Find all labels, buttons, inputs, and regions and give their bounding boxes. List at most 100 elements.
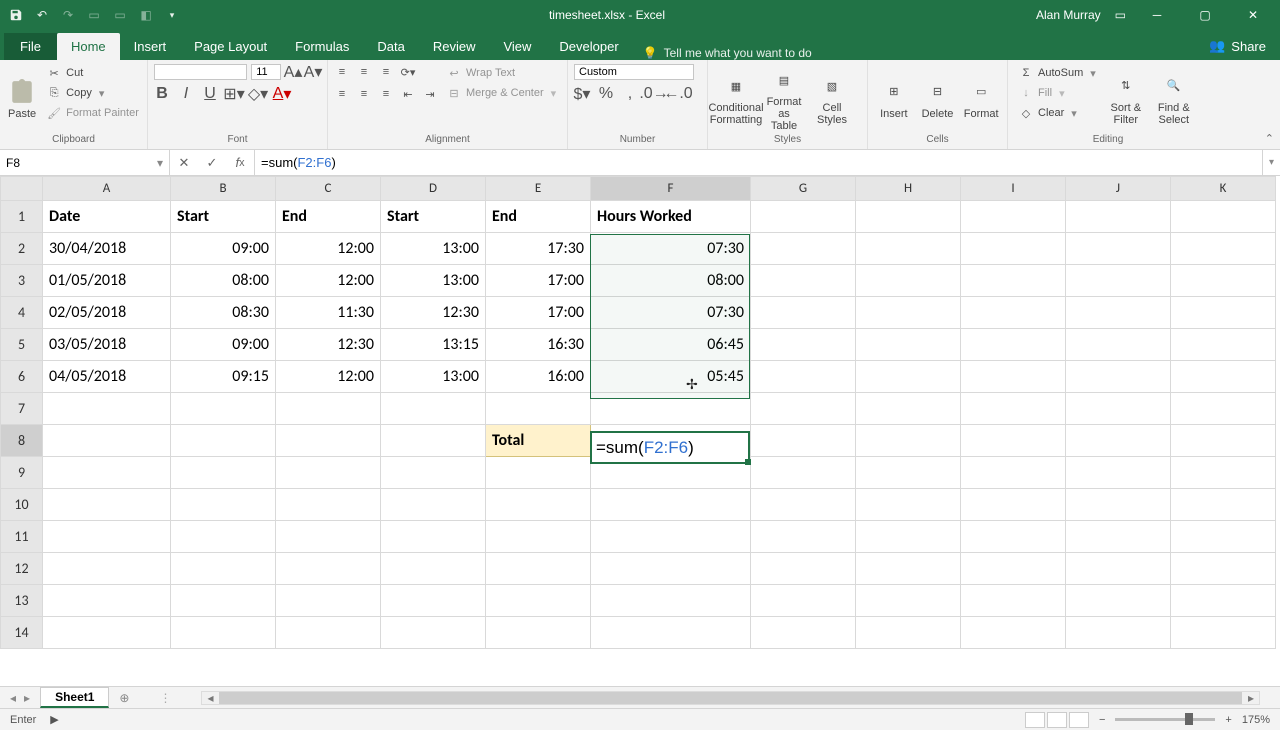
tab-insert[interactable]: Insert [120,33,181,60]
col-header-J[interactable]: J [1066,177,1171,201]
cell[interactable] [486,521,591,553]
redo-icon[interactable]: ↷ [60,7,76,23]
cell[interactable] [1066,201,1171,233]
format-painter-button[interactable]: 🖌Format Painter [42,104,143,122]
expand-formula-bar-icon[interactable]: ▾ [1262,150,1280,175]
cell[interactable] [856,265,961,297]
align-top-icon[interactable]: ≡ [334,64,350,80]
cell[interactable] [276,425,381,457]
cell[interactable] [276,553,381,585]
cell[interactable]: 12:30 [276,329,381,361]
collapse-ribbon-icon[interactable]: ⌃ [1265,132,1274,145]
cell[interactable] [276,489,381,521]
cell[interactable] [1171,457,1276,489]
cell[interactable] [591,617,751,649]
cell[interactable] [43,457,171,489]
cell[interactable] [1066,457,1171,489]
font-color-button[interactable]: A▾ [274,86,290,102]
cell[interactable] [591,585,751,617]
tab-home[interactable]: Home [57,33,120,60]
col-header-A[interactable]: A [43,177,171,201]
decrease-indent-icon[interactable]: ⇤ [400,86,416,102]
select-all-corner[interactable] [1,177,43,201]
cell[interactable]: 17:00 [486,265,591,297]
cell[interactable]: 09:15 [171,361,276,393]
share-button[interactable]: Share [1231,39,1266,54]
align-left-icon[interactable]: ≡ [334,86,350,102]
cell[interactable] [171,393,276,425]
cell[interactable] [1171,425,1276,457]
row-header-6[interactable]: 6 [1,361,43,393]
cell[interactable] [856,361,961,393]
cell[interactable]: 30/04/2018 [43,233,171,265]
paste-button[interactable]: Paste [6,64,38,134]
sheet-nav-prev-icon[interactable]: ◂ [10,691,16,705]
cell[interactable] [276,521,381,553]
cell[interactable] [751,457,856,489]
cell[interactable] [1171,265,1276,297]
cell[interactable] [1171,233,1276,265]
tab-file[interactable]: File [4,33,57,60]
cell[interactable] [961,201,1066,233]
cell[interactable] [1171,553,1276,585]
cell[interactable] [1066,265,1171,297]
cell[interactable] [1171,201,1276,233]
cell[interactable]: Total [486,425,591,457]
horizontal-scrollbar[interactable]: ◂ ▸ [201,691,1260,705]
cell[interactable] [1171,521,1276,553]
cell[interactable] [591,393,751,425]
cell[interactable]: 08:00 [171,265,276,297]
cell[interactable] [1066,329,1171,361]
format-as-table-button[interactable]: ▤Format as Table [762,64,806,134]
cell[interactable]: 12:00 [276,265,381,297]
fill-handle[interactable] [745,459,751,465]
tab-split-icon[interactable]: ⋮ [159,691,171,705]
undo-icon[interactable]: ↶ [34,7,50,23]
cell[interactable] [381,425,486,457]
cell[interactable]: 16:30 [486,329,591,361]
row-header-1[interactable]: 1 [1,201,43,233]
cell[interactable]: 05:45 [591,361,751,393]
cell[interactable] [751,361,856,393]
hscroll-left-icon[interactable]: ◂ [202,691,218,705]
cell[interactable] [276,617,381,649]
cell[interactable] [751,297,856,329]
increase-indent-icon[interactable]: ⇥ [422,86,438,102]
align-center-icon[interactable]: ≡ [356,86,372,102]
cell[interactable] [171,585,276,617]
cell[interactable] [171,457,276,489]
cell[interactable]: 04/05/2018 [43,361,171,393]
col-header-I[interactable]: I [961,177,1066,201]
align-right-icon[interactable]: ≡ [378,86,394,102]
cell[interactable] [751,553,856,585]
cell[interactable] [1171,361,1276,393]
cell[interactable] [856,201,961,233]
row-header-9[interactable]: 9 [1,457,43,489]
worksheet-grid[interactable]: A B C D E F G H I J K 1DateStartEndStart… [0,176,1280,686]
col-header-H[interactable]: H [856,177,961,201]
fill-color-button[interactable]: ◇▾ [250,86,266,102]
cell[interactable] [43,553,171,585]
cell[interactable]: End [276,201,381,233]
qat-icon-2[interactable]: ▭ [112,7,128,23]
cell[interactable]: 12:00 [276,233,381,265]
cell[interactable] [961,617,1066,649]
sheet-nav-next-icon[interactable]: ▸ [24,691,30,705]
name-box-input[interactable] [6,156,157,170]
qat-icon-3[interactable]: ◧ [138,7,154,23]
cell[interactable] [591,489,751,521]
merge-center-button[interactable]: ⊟Merge & Center▾ [442,84,560,102]
cell[interactable]: 11:30 [276,297,381,329]
cell[interactable] [751,521,856,553]
cell[interactable]: 17:30 [486,233,591,265]
cell[interactable] [751,233,856,265]
autosum-button[interactable]: ΣAutoSum▾ [1014,64,1100,82]
cell[interactable]: 08:30 [171,297,276,329]
col-header-F[interactable]: F [591,177,751,201]
insert-cells-button[interactable]: ⊞Insert [874,64,914,134]
hscroll-right-icon[interactable]: ▸ [1243,691,1259,705]
sheet-tab-1[interactable]: Sheet1 [40,687,109,708]
cell[interactable] [751,265,856,297]
tab-page-layout[interactable]: Page Layout [180,33,281,60]
cell[interactable]: 07:30 [591,233,751,265]
